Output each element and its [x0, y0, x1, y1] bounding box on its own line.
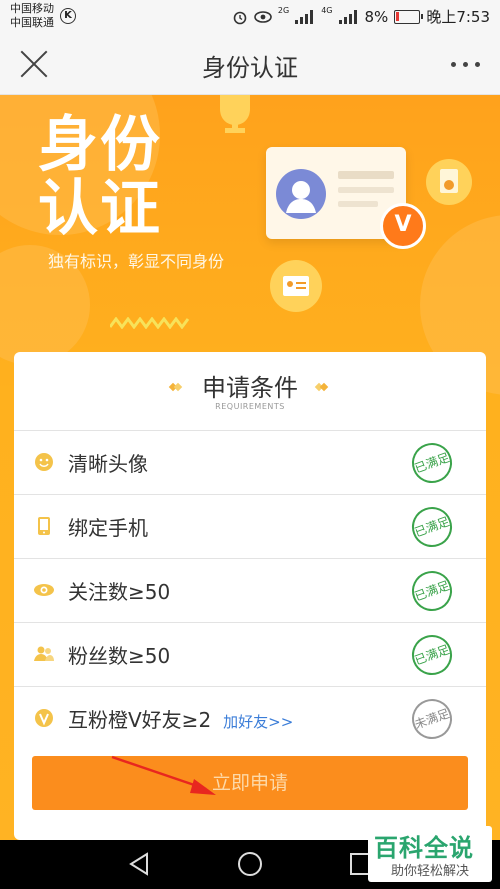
diamond-right-icon: [314, 382, 329, 392]
eye-icon: [34, 584, 54, 596]
requirements-panel: 申请条件 REQUIREMENTS 清晰头像 已满足 绑定手机 已满足 关注数≥…: [14, 352, 486, 840]
status-bar: 中国移动 中国联通 K 2G 4G 8% 晚上7:53: [0, 0, 500, 34]
requirement-label: 绑定手机: [68, 516, 148, 540]
requirement-row: 互粉橙V好友≥2 加好友>> 未满足: [14, 687, 486, 750]
network-4g-label: 4G: [321, 6, 333, 15]
requirement-row: 粉丝数≥50 已满足: [14, 623, 486, 687]
requirement-row: 绑定手机 已满足: [14, 495, 486, 559]
phone-icon: [38, 517, 50, 535]
requirement-label: 粉丝数≥50: [68, 644, 171, 668]
status-stamp: 未满足: [406, 693, 458, 745]
trophy-icon: [220, 95, 250, 133]
requirement-row: 清晰头像 已满足: [14, 431, 486, 495]
status-stamp: 已满足: [406, 437, 458, 489]
avatar-illustration-icon: [276, 169, 326, 219]
home-icon[interactable]: [238, 852, 262, 876]
watermark: 百科全说 助你轻松解决: [368, 826, 492, 882]
add-friends-link[interactable]: 加好友>>: [223, 713, 293, 731]
certificate-icon: [426, 159, 472, 205]
requirement-label: 互粉橙V好友≥2 加好友>>: [68, 704, 293, 733]
hero-title-line-2: 认证: [38, 174, 162, 244]
requirement-label-text: 互粉橙V好友≥2: [68, 708, 212, 732]
card-line: [338, 201, 378, 207]
id-badge-icon: [270, 260, 322, 312]
annotation-arrow-icon: [111, 755, 216, 795]
hero-subtitle: 独有标识，彰显不同身份: [48, 252, 225, 271]
requirement-label: 清晰头像: [68, 452, 148, 476]
alarm-icon: [233, 11, 247, 24]
signal-icon-2: [338, 9, 359, 24]
v-badge-icon: [35, 709, 53, 727]
status-stamp: 已满足: [406, 565, 458, 617]
carrier-info: 中国移动 中国联通: [10, 2, 54, 30]
back-icon[interactable]: [128, 852, 150, 876]
page-title: 身份认证: [202, 54, 298, 82]
card-line: [338, 171, 394, 179]
network-2g-label: 2G: [277, 6, 290, 15]
requirements-subtitle: REQUIREMENTS: [215, 402, 285, 411]
requirements-title: 申请条件: [202, 374, 298, 402]
watermark-brand: 百科全说: [374, 834, 474, 862]
battery-percent: 8%: [364, 7, 389, 26]
carrier-1: 中国移动: [10, 2, 54, 15]
requirements-header: 申请条件 REQUIREMENTS: [14, 352, 486, 431]
signal-icon-1: [295, 9, 315, 24]
clock: 晚上7:53: [426, 8, 490, 26]
eye-comfort-icon: [254, 10, 272, 23]
status-stamp: 已满足: [406, 501, 458, 553]
smile-icon: [35, 453, 53, 471]
more-menu-icon[interactable]: [451, 62, 480, 67]
k-badge-icon: K: [60, 8, 76, 24]
watermark-tagline: 助你轻松解决: [390, 864, 469, 879]
card-line: [338, 187, 394, 193]
fans-icon: [34, 646, 54, 661]
status-stamp: 已满足: [406, 629, 458, 681]
nav-bar: 身份认证: [0, 34, 500, 95]
zigzag-decoration: [110, 317, 190, 329]
status-indicators: 2G 4G 8% 晚上7:53: [232, 6, 490, 27]
apply-button[interactable]: 立即申请: [32, 756, 468, 810]
requirement-row: 关注数≥50 已满足: [14, 559, 486, 623]
hero-title: 身份 认证: [38, 113, 162, 241]
hero-title-line-1: 身份: [38, 110, 162, 180]
orange-v-badge-icon: V: [380, 203, 426, 249]
requirement-label: 关注数≥50: [68, 580, 171, 604]
carrier-2: 中国联通: [10, 16, 54, 29]
battery-icon: [394, 9, 424, 24]
